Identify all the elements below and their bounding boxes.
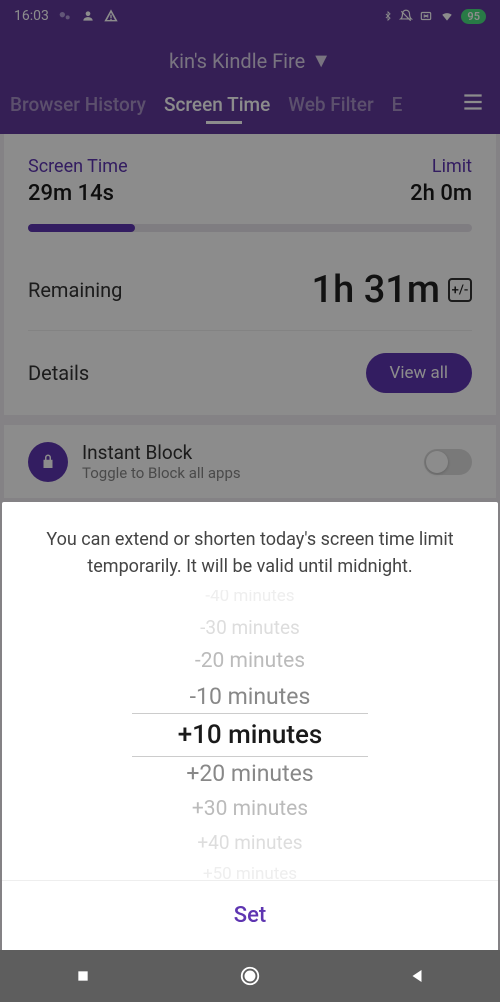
picker-option[interactable]: +20 minutes <box>2 755 498 792</box>
sheet-description: You can extend or shorten today's screen… <box>2 502 498 590</box>
picker-option[interactable]: -20 minutes <box>2 644 498 678</box>
time-picker[interactable]: -40 minutes -30 minutes -20 minutes -10 … <box>2 590 498 880</box>
home-button[interactable] <box>235 961 265 991</box>
picker-option[interactable]: +40 minutes <box>2 826 498 859</box>
picker-option[interactable]: +30 minutes <box>2 792 498 826</box>
back-button[interactable] <box>402 961 432 991</box>
time-adjust-sheet: You can extend or shorten today's screen… <box>2 502 498 950</box>
set-button[interactable]: Set <box>2 880 498 950</box>
picker-option[interactable]: +50 minutes <box>2 859 498 880</box>
picker-option-selected[interactable]: +10 minutes <box>2 715 498 755</box>
recent-apps-button[interactable] <box>68 961 98 991</box>
android-nav-bar <box>0 950 500 1002</box>
picker-option[interactable]: -10 minutes <box>2 678 498 715</box>
picker-option[interactable]: -40 minutes <box>2 590 498 611</box>
picker-option[interactable]: -30 minutes <box>2 611 498 644</box>
